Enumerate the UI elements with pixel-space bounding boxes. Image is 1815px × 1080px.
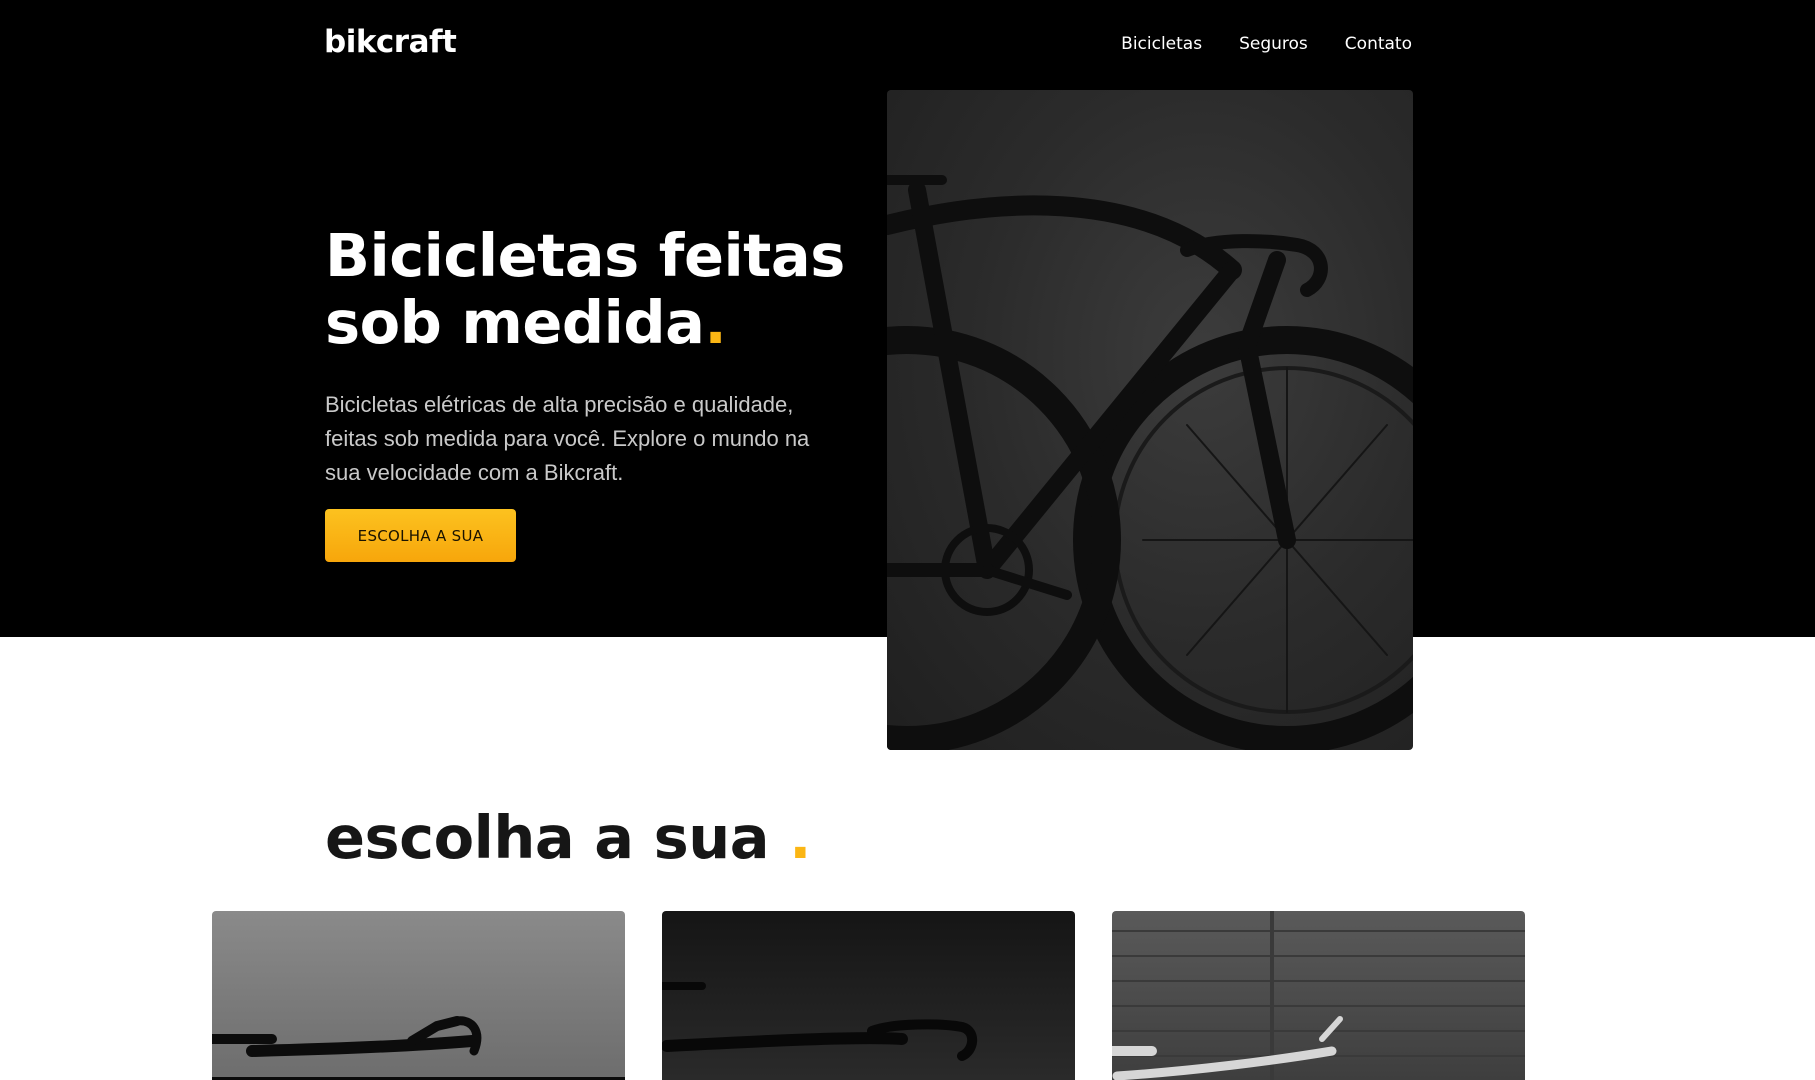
bike-card-3[interactable] (1112, 911, 1525, 1080)
hero-title-text: Bicicletas feitas sob medida (325, 221, 845, 357)
choose-yours-button[interactable]: ESCOLHA A SUA (325, 509, 516, 562)
hero-bike-image (887, 90, 1413, 750)
bike-card-image-2 (662, 982, 978, 1061)
section-title-dot: . (789, 803, 811, 872)
hero-title: Bicicletas feitas sob medida. (325, 222, 865, 356)
logo[interactable]: bikcraft (324, 24, 457, 60)
hero-title-dot: . (704, 288, 727, 357)
bike-card-1[interactable] (212, 911, 625, 1080)
bike-card-image-3 (1112, 911, 1525, 1080)
bike-card-image-1 (212, 1016, 625, 1080)
nav-item-seguros[interactable]: Seguros (1239, 34, 1308, 54)
nav-item-bicicletas[interactable]: Bicicletas (1121, 34, 1202, 54)
section-title-text: escolha a sua (325, 803, 770, 872)
bike-card-2[interactable] (662, 911, 1075, 1080)
bike-illustration (887, 175, 1413, 750)
hero-description: Bicicletas elétricas de alta precisão e … (325, 392, 810, 485)
nav-item-contato[interactable]: Contato (1345, 34, 1412, 54)
main-nav: Bicicletas Seguros Contato (1121, 34, 1412, 54)
section-title: escolha a sua . (325, 803, 811, 872)
